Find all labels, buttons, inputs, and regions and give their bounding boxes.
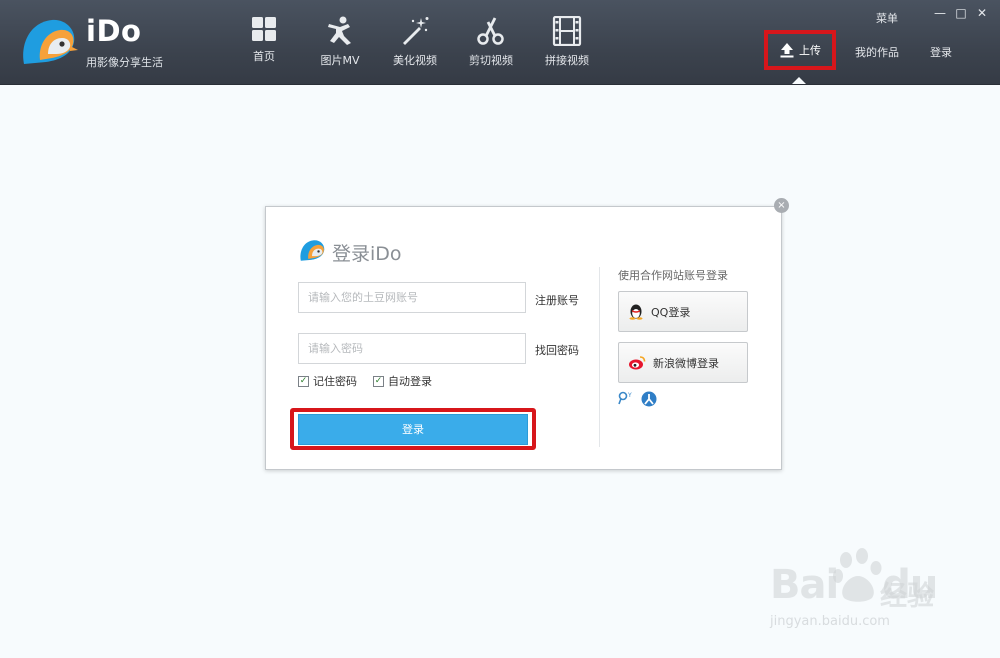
ido-logo-icon [23, 19, 78, 64]
dialog-close-button[interactable]: × [774, 198, 789, 213]
pengyou-icon[interactable]: Y [618, 391, 636, 405]
register-link[interactable]: 注册账号 [535, 292, 579, 308]
upload-label: 上传 [799, 44, 821, 57]
nav-merge-video-label: 拼接视频 [545, 54, 589, 67]
scissors-icon [477, 17, 504, 45]
close-window-button[interactable]: ✕ [974, 6, 990, 20]
login-link[interactable]: 登录 [930, 44, 952, 60]
nav-photo-mv[interactable]: 图片MV [305, 16, 375, 68]
weibo-login-button[interactable]: 新浪微博登录 [618, 342, 748, 383]
dialog-title: 登录iDo [332, 243, 402, 265]
divider [599, 267, 600, 447]
nav-cut-video[interactable]: 剪切视频 [456, 16, 526, 68]
dancer-icon [328, 16, 351, 45]
top-bar: iDo 用影像分享生活 首页 图片MV 美化视频 剪切视频 拼接视频 菜单 — … [0, 0, 1000, 85]
svg-text:Y: Y [627, 392, 632, 399]
nav-home-label: 首页 [253, 50, 275, 63]
maximize-button[interactable]: □ [953, 6, 969, 20]
checkmark-icon: ✓ [373, 375, 384, 387]
forgot-password-link[interactable]: 找回密码 [535, 342, 579, 358]
nav-beautify-video-label: 美化视频 [393, 54, 437, 67]
ido-logo-icon [300, 240, 325, 261]
remember-label: 记住密码 [313, 375, 357, 388]
weibo-login-label: 新浪微博登录 [653, 356, 719, 370]
nav-beautify-video[interactable]: 美化视频 [380, 16, 450, 68]
my-works-link[interactable]: 我的作品 [855, 44, 899, 60]
active-tab-pointer [792, 77, 806, 84]
qq-login-label: QQ登录 [651, 305, 691, 319]
nav-home[interactable]: 首页 [229, 16, 299, 64]
nav-cut-video-label: 剪切视频 [469, 54, 513, 67]
partner-login-title: 使用合作网站账号登录 [618, 269, 728, 282]
qq-login-button[interactable]: QQ登录 [618, 291, 748, 332]
watermark-url: jingyan.baidu.com [770, 614, 890, 629]
remember-password-checkbox[interactable]: ✓ 记住密码 [298, 373, 357, 389]
login-dialog: 登录iDo 请输入您的土豆网账号 注册账号 请输入密码 找回密码 ✓ 记住密码 … [265, 206, 782, 470]
grid-icon [252, 17, 276, 41]
upload-icon [780, 43, 794, 58]
nav-photo-mv-label: 图片MV [320, 54, 360, 67]
menu-button[interactable]: 菜单 [876, 10, 898, 26]
nav-merge-video[interactable]: 拼接视频 [532, 16, 602, 68]
renren-icon[interactable] [641, 391, 657, 407]
watermark-cn: 经验 [880, 581, 934, 612]
watermark-bai: Bai [770, 562, 839, 608]
auto-login-checkbox[interactable]: ✓ 自动登录 [373, 373, 432, 389]
brand-name: iDo [86, 14, 142, 48]
password-input[interactable]: 请输入密码 [298, 333, 526, 364]
username-input[interactable]: 请输入您的土豆网账号 [298, 282, 526, 313]
weibo-icon [629, 355, 646, 369]
minimize-button[interactable]: — [932, 6, 948, 20]
film-strip-icon [552, 16, 582, 46]
auto-login-label: 自动登录 [388, 375, 432, 388]
login-button[interactable]: 登录 [298, 414, 528, 445]
checkmark-icon: ✓ [298, 375, 309, 387]
brand-slogan: 用影像分享生活 [86, 56, 163, 69]
magic-wand-icon [403, 17, 429, 45]
qq-penguin-icon [629, 304, 643, 320]
upload-button[interactable]: 上传 [764, 30, 836, 70]
